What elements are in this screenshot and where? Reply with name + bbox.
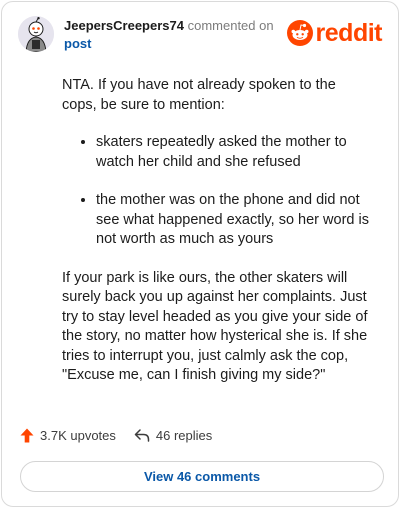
avatar[interactable] (18, 16, 54, 52)
comment-intro: NTA. If you have not already spoken to t… (62, 77, 336, 113)
post-link[interactable]: post (64, 36, 91, 51)
comment-meta: JeepersCreepers74 commented on post (64, 17, 284, 53)
user-avatar-icon (18, 16, 54, 52)
username[interactable]: JeepersCreepers74 (64, 18, 184, 33)
meta-suffix: commented on (183, 18, 274, 33)
reddit-snoo-icon (286, 20, 313, 46)
comment-card: JeepersCreepers74 commented on post redd… (1, 1, 399, 507)
list-item: the mother was on the phone and did not … (96, 191, 374, 250)
comment-closing: If your park is like ours, the other ska… (62, 269, 368, 384)
upvote-count: 3.7K upvotes (40, 428, 116, 443)
reddit-wordmark: reddit (315, 19, 383, 47)
comment-body: NTA. If you have not already spoken to t… (62, 76, 374, 386)
reddit-logo[interactable]: reddit (286, 19, 383, 47)
view-comments-button[interactable]: View 46 comments (20, 461, 384, 492)
comment-actions: 3.7K upvotes 46 replies (20, 428, 212, 443)
bullet-list: skaters repeatedly asked the mother to w… (62, 133, 374, 250)
replies-button[interactable]: 46 replies (134, 428, 212, 443)
upvote-arrow-icon (20, 428, 34, 443)
list-item: skaters repeatedly asked the mother to w… (96, 133, 374, 172)
reply-count: 46 replies (155, 428, 213, 443)
reply-arrow-icon (134, 429, 150, 442)
upvote-button[interactable]: 3.7K upvotes (20, 428, 116, 443)
